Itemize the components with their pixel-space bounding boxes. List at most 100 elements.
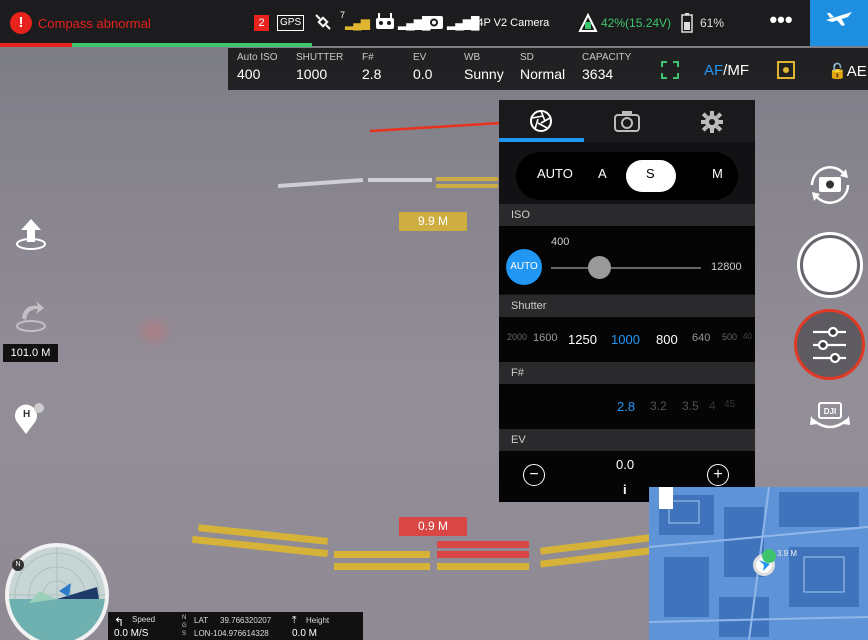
camera-settings-button[interactable] <box>794 309 865 380</box>
ev-decrease-button[interactable]: − <box>523 464 545 486</box>
horizon-mark <box>436 184 498 188</box>
fnumber-option[interactable]: 3.2 <box>650 399 667 413</box>
home-point-map-icon <box>762 549 776 563</box>
iso-value: 400 <box>551 236 570 248</box>
return-home-button[interactable] <box>12 298 50 336</box>
horizon-mark <box>436 177 498 181</box>
shutter-option[interactable]: 800 <box>656 332 678 347</box>
minimap[interactable]: 3.9 M <box>649 487 868 640</box>
altitude-badge: 101.0 M <box>3 344 58 362</box>
af-mf-toggle[interactable]: AF/MF <box>704 62 749 79</box>
focus-point-icon[interactable] <box>777 61 795 79</box>
latitude-value: 39.766320207 <box>220 616 272 625</box>
takeoff-button[interactable] <box>12 216 50 254</box>
satellite-icon <box>314 13 338 38</box>
horizon-mark <box>437 541 529 548</box>
speed-label: Speed <box>132 615 156 624</box>
airplane-icon <box>826 12 852 26</box>
north-indicator-icon: N <box>12 559 24 571</box>
param-label: F# <box>362 52 374 63</box>
ae-lock-button[interactable]: 🔓AE <box>828 62 867 80</box>
horizon-mark <box>437 563 529 570</box>
height-label: Height <box>306 616 330 625</box>
shutter-option[interactable]: 40 <box>743 332 752 341</box>
ev-increase-button[interactable]: + <box>707 464 729 486</box>
af-label: AF <box>704 62 724 79</box>
aperture-icon <box>530 110 552 132</box>
shutter-option[interactable]: 500 <box>722 332 737 342</box>
speed-value: 0.0 M/S <box>114 628 149 639</box>
param-value: Sunny <box>464 66 504 82</box>
shutter-option-selected[interactable]: 1000 <box>611 332 640 347</box>
iso-slider-knob[interactable] <box>588 256 611 279</box>
map-distance-label: 3.9 M <box>777 549 798 558</box>
fnumber-section-header: F# <box>499 362 755 384</box>
ev-info-icon[interactable]: i <box>623 482 627 497</box>
home-label: H <box>23 409 31 420</box>
longitude-value: LON-104.976614328 <box>194 629 269 638</box>
home-point-icon <box>15 403 44 434</box>
gear-icon <box>701 111 723 133</box>
param-wb[interactable]: WB Sunny <box>464 52 504 82</box>
exposure-mode-selector: AUTO A S M <box>516 152 738 200</box>
param-sd[interactable]: SD Normal <box>520 52 565 82</box>
param-capacity[interactable]: CAPACITY 3634 <box>582 52 631 82</box>
iso-auto-button[interactable]: AUTO <box>506 249 542 285</box>
ev-section-header: EV <box>499 429 755 451</box>
horizon-mark <box>334 563 430 570</box>
playback-button[interactable]: DJI <box>808 400 852 439</box>
tab-settings[interactable] <box>700 110 724 139</box>
param-iso[interactable]: Auto ISO 400 <box>237 52 278 82</box>
radar-rings <box>9 547 105 640</box>
param-label: WB <box>464 52 481 63</box>
compass-warning-text[interactable]: Compass abnormal <box>38 16 151 31</box>
param-shutter[interactable]: SHUTTER 1000 <box>296 52 343 82</box>
latitude-label: LAT <box>194 616 209 625</box>
sliders-icon <box>813 326 846 364</box>
camera-icon <box>614 111 640 132</box>
fnumber-option[interactable]: 4 <box>709 399 716 413</box>
active-tab-indicator <box>499 138 584 142</box>
satellite-signal-icon: ▂▄▆ <box>345 16 370 30</box>
param-ev[interactable]: EV 0.0 <box>413 52 432 82</box>
shutter-option[interactable]: 640 <box>692 332 710 344</box>
ev-value: 0.0 <box>616 457 635 472</box>
shutter-option[interactable]: 1600 <box>533 332 557 344</box>
takeoff-icon <box>16 219 46 250</box>
telemetry-panel: ↰ Speed 0.0 M/S N G S LAT 39.766320207 L… <box>108 612 363 640</box>
fnumber-option[interactable]: 3.5 <box>682 399 699 413</box>
speed-icon: ↰ <box>114 615 125 629</box>
capture-button[interactable] <box>803 238 857 292</box>
mode-aperture[interactable]: A <box>598 166 607 181</box>
iso-slider-track[interactable] <box>551 267 701 269</box>
mode-auto[interactable]: AUTO <box>537 166 573 181</box>
aircraft-battery-value[interactable]: 42%(15.24V) <box>601 16 671 30</box>
height-value: 0.0 M <box>292 628 318 639</box>
flight-mode-button[interactable] <box>810 0 868 46</box>
mode-manual[interactable]: M <box>712 166 723 181</box>
param-label: SHUTTER <box>296 52 344 63</box>
camera-feed-artifact <box>140 320 168 342</box>
home-point-button[interactable]: H <box>12 400 50 438</box>
controller-battery-icon <box>680 13 694 38</box>
fnumber-option[interactable]: 45 <box>724 399 735 410</box>
attitude-radar[interactable] <box>5 543 109 640</box>
remote-controller-icon <box>375 13 395 36</box>
tab-exposure[interactable] <box>529 109 553 138</box>
camera-switch-button[interactable] <box>808 166 852 209</box>
controller-battery-value: 61% <box>700 16 725 30</box>
fnumber-option-selected[interactable]: 2.8 <box>617 399 635 414</box>
more-options-button[interactable]: ••• <box>752 0 810 46</box>
param-value: 400 <box>237 66 261 82</box>
metering-area-icon[interactable] <box>661 61 679 79</box>
return-home-icon <box>16 301 46 332</box>
param-fnumber[interactable]: F# 2.8 <box>362 52 381 82</box>
map-marker-tail <box>659 487 673 509</box>
svg-text:DJI: DJI <box>824 407 836 416</box>
obstacle-distance-top: 9.9 M <box>399 212 467 231</box>
shutter-option[interactable]: 2000 <box>507 332 527 342</box>
tab-camera[interactable] <box>614 110 640 137</box>
warning-icon[interactable]: ! <box>10 12 32 34</box>
mode-shutter[interactable]: S <box>646 166 655 181</box>
shutter-option[interactable]: 1250 <box>568 332 597 347</box>
